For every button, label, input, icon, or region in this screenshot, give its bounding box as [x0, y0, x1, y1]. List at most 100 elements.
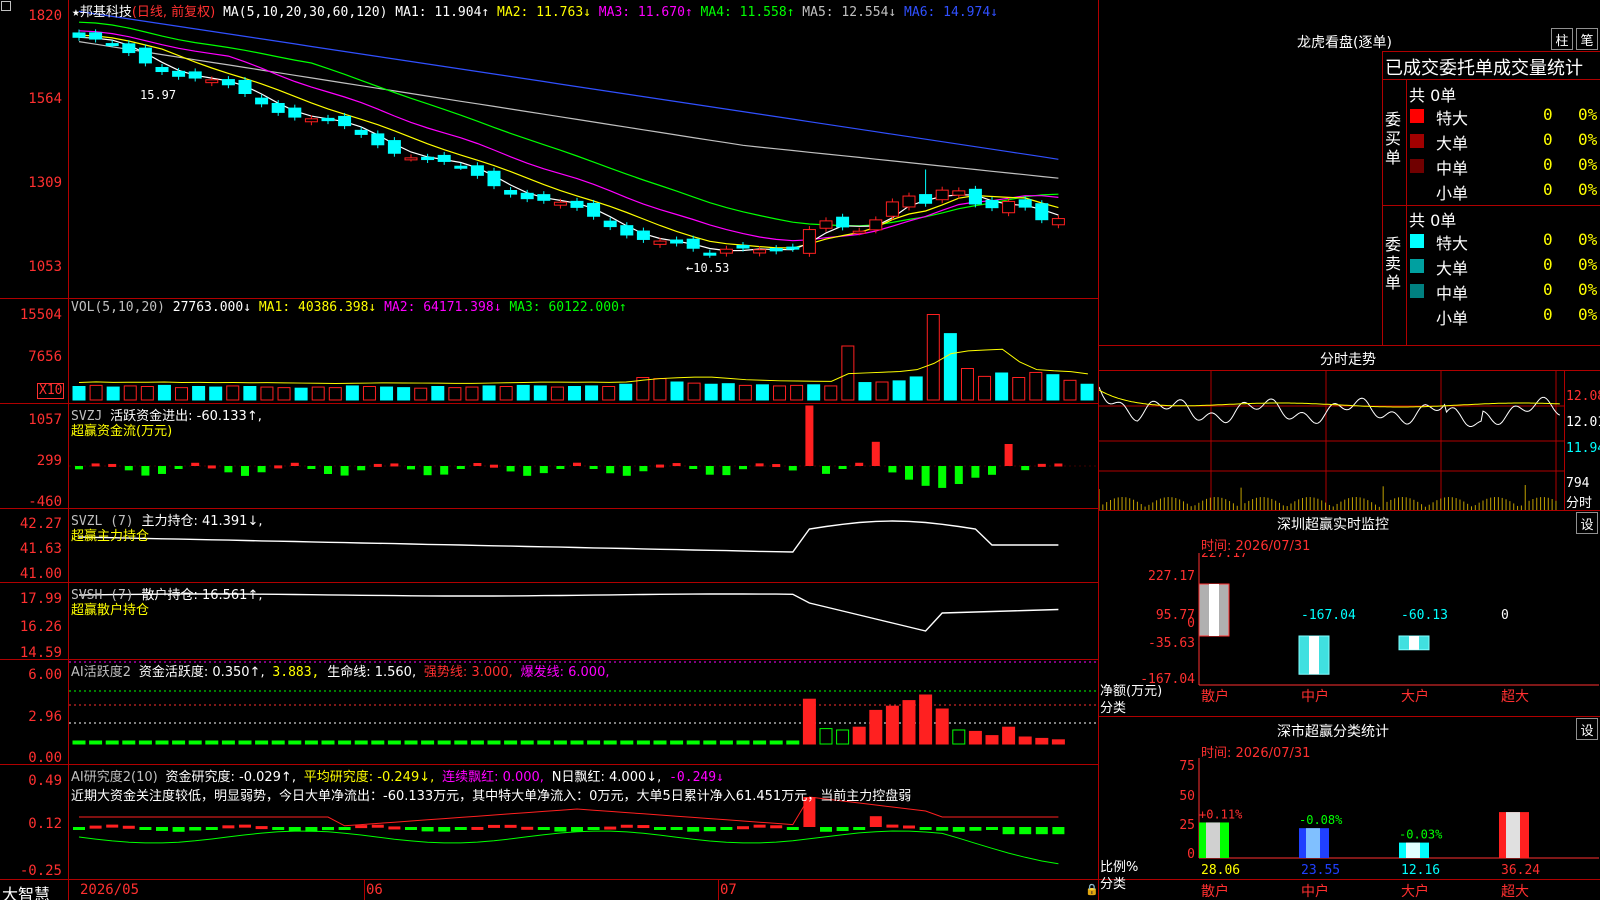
svsh-label: 散户持仓: 16.561↑, [141, 588, 263, 603]
stock-name[interactable]: 邦基科技 [80, 5, 132, 20]
period-label[interactable]: (日线, 前复权) [132, 5, 215, 20]
volume-bar [1012, 377, 1026, 401]
volume-bar [328, 387, 342, 401]
ratio-change-label: -0.03% [1399, 828, 1443, 842]
divider [1383, 205, 1600, 206]
activity-bar [570, 740, 584, 745]
candle-body [836, 216, 850, 228]
order-type: 小单 [1436, 184, 1469, 203]
research-bar [753, 824, 766, 828]
bar-value-label: -60.13 [1401, 608, 1448, 623]
research-bar [371, 824, 384, 828]
volume-bar [397, 387, 411, 401]
volume-bar [294, 387, 308, 401]
ai2-tick: 0.49 [28, 773, 62, 789]
ma6-line [78, 10, 1059, 160]
order-count: 0 [1543, 130, 1553, 149]
activity-bar [587, 740, 601, 745]
research-bar [952, 827, 965, 832]
app-logo[interactable]: 大智慧 [2, 881, 50, 900]
svzl-tick: 42.27 [19, 516, 62, 532]
svsh-tick: 17.99 [19, 591, 62, 607]
activity-bar [454, 740, 468, 745]
volume-bar [465, 386, 479, 401]
research-bar [886, 824, 899, 828]
activity-bar [504, 740, 518, 745]
volume-bar [653, 378, 667, 401]
flow-bar [158, 466, 166, 474]
ratio-bar-highlight [1406, 842, 1420, 858]
research-bar [521, 826, 534, 830]
net-flow-bar-highlight [1209, 584, 1219, 636]
ratio-value-label: 36.24 [1501, 863, 1540, 878]
candle-body [636, 230, 650, 240]
flow-bar [772, 464, 781, 468]
research-bar [504, 824, 517, 828]
intraday-chart[interactable] [1099, 371, 1564, 510]
candle-body [952, 190, 966, 196]
flow-bar [207, 465, 216, 469]
volume-bar [721, 383, 735, 401]
candle-body [620, 225, 634, 236]
ratio-bar-chart[interactable]: 75 50 25 0 28.06 +0.11% 散户 23.55 -0.08% 中户 12.16 -0… [1099, 758, 1599, 900]
net-flow-bar-highlight [1409, 636, 1419, 650]
activity-bar [205, 740, 219, 745]
ai1-v2: 3.883, [272, 665, 320, 680]
divider [1564, 370, 1565, 510]
ratio-change-label: -0.08% [1299, 813, 1343, 827]
candlestick-chart[interactable] [69, 0, 1098, 298]
activity-bar [769, 740, 783, 745]
flow-bar [622, 466, 631, 476]
volume-bar [995, 372, 1009, 401]
candle-body [919, 194, 933, 204]
svzl-tick: 41.00 [19, 566, 62, 582]
volume-bar [550, 386, 564, 401]
research-bar [537, 827, 550, 830]
activity-bar [155, 740, 169, 745]
flow-bar [573, 462, 581, 466]
candle-body [852, 230, 866, 234]
activity-bar [802, 698, 816, 745]
candle-body [935, 189, 949, 201]
candle-body [504, 190, 518, 195]
research-bar [687, 827, 700, 832]
lock-icon[interactable]: 🔒 [1085, 883, 1099, 896]
research-bar [205, 827, 218, 830]
bar-mode-button[interactable]: 柱 [1551, 28, 1573, 50]
flow-bar [506, 466, 515, 472]
vol-ma2: MA2: 64171.398↓ [384, 300, 502, 315]
research-bar [255, 826, 268, 830]
activity-bar [968, 730, 982, 745]
flow-bar [357, 466, 366, 471]
activity-bar [404, 740, 418, 745]
candle-body [819, 220, 833, 229]
flow-bar [124, 466, 133, 471]
net-flow-bar-chart[interactable]: 227.1795.77-35.63-167.04227.17散户-167.04中… [1099, 553, 1599, 713]
candle-body [72, 32, 86, 38]
vol-unit-badge: X10 [37, 383, 65, 399]
classify-settings-button[interactable]: 设 [1576, 718, 1598, 740]
buy-total: 共 0单 [1409, 86, 1457, 105]
tick-mode-button[interactable]: 笔 [1576, 28, 1598, 50]
star-icon[interactable]: ★ [72, 5, 80, 20]
classify-y-tick: 25 [1179, 818, 1195, 833]
candle-body [769, 248, 783, 252]
candle-body [255, 97, 269, 105]
activity-bar [603, 740, 617, 745]
color-swatch [1410, 134, 1424, 148]
volume-bar [567, 386, 581, 401]
ai2-note: 近期大资金关注度较低，明显弱势，今日大单净流出：-60.133万元，其中特大单净… [71, 789, 912, 804]
ai2-label: 资金研究度: -0.029↑, [165, 770, 296, 785]
research-bar [172, 827, 185, 832]
volume-bar [1063, 379, 1077, 401]
category-label: 大户 [1401, 688, 1429, 705]
research-bar [322, 827, 334, 831]
ai2-legend: AI研究度2(10) 资金研究度: -0.029↑, 平均研究度: -0.249… [71, 766, 724, 785]
research-bar [388, 826, 401, 830]
activity-bar [1051, 739, 1065, 745]
flow-bar [141, 466, 150, 476]
research-bar [438, 827, 451, 832]
flow-bar [689, 466, 698, 469]
monitor-settings-button[interactable]: 设 [1576, 512, 1598, 534]
volume-bar [89, 384, 103, 401]
